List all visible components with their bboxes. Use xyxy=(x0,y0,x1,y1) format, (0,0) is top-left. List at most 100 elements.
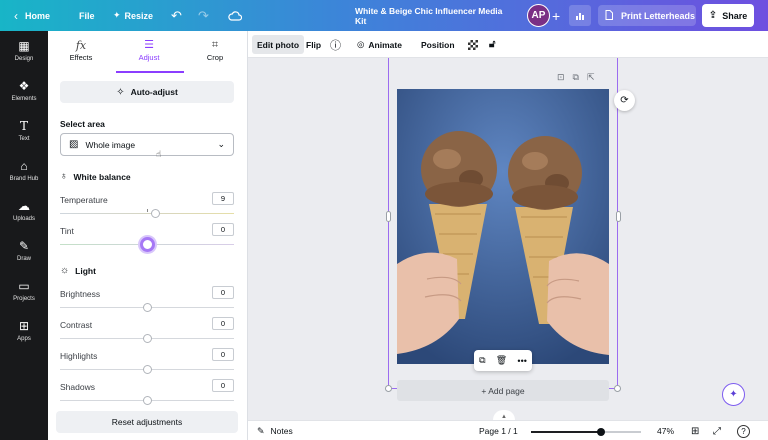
reset-adjustments-button[interactable]: Reset adjustments xyxy=(56,411,238,433)
contrast-label: Contrast xyxy=(60,320,93,330)
tab-crop[interactable]: ⌗ Crop xyxy=(182,38,248,62)
highlights-slider-thumb[interactable] xyxy=(142,365,152,374)
photo-illustration xyxy=(397,89,609,364)
share-page-icon[interactable]: ⇱ xyxy=(587,72,595,83)
regenerate-icon[interactable]: ⟳ xyxy=(614,90,635,111)
duplicate-icon[interactable]: ⧉ xyxy=(479,355,485,366)
crop-icon: ⌗ xyxy=(211,39,219,51)
zoom-slider[interactable] xyxy=(531,428,641,436)
resize-handle-left[interactable] xyxy=(386,211,391,222)
flip-button[interactable]: Flip xyxy=(306,31,321,58)
zoom-slider-fill xyxy=(531,431,601,433)
temperature-label: Temperature xyxy=(60,195,108,205)
contrast-slider-thumb[interactable] xyxy=(142,334,152,343)
ice-cream-photo[interactable] xyxy=(397,89,609,364)
tint-value[interactable]: 0 xyxy=(212,223,234,236)
tab-label: Crop xyxy=(206,53,224,62)
undo-icon[interactable]: ↶ xyxy=(171,0,182,31)
notes-button[interactable]: ✎ Notes xyxy=(257,421,293,440)
grid-view-icon[interactable]: ⊞ xyxy=(691,421,699,440)
panel-tabs: fx Effects ☰ Adjust ⌗ Crop xyxy=(48,31,248,71)
chevron-up-icon[interactable]: ▲ xyxy=(493,410,515,420)
shadows-slider-row: Shadows 0 xyxy=(60,379,234,412)
help-icon[interactable]: ? xyxy=(737,425,750,438)
context-toolbar: Edit photo Flip ⓘ ◎ Animate Position 🔓︎ xyxy=(248,31,768,58)
select-area-heading: Select area xyxy=(60,119,105,129)
tab-adjust[interactable]: ☰ Adjust xyxy=(116,38,182,62)
resize-handle-right[interactable] xyxy=(616,211,621,222)
highlights-value[interactable]: 0 xyxy=(212,348,234,361)
left-rail: ▦ Design ❖ Elements T Text ⌂ Brand Hub ☁… xyxy=(0,31,48,440)
rail-item-label: Projects xyxy=(13,296,35,302)
add-collaborator-icon[interactable]: + xyxy=(552,0,560,31)
top-bar: ‹ Home File ✦ Resize ↶ ↷ White & Beige C… xyxy=(0,0,768,31)
cloud-save-icon[interactable] xyxy=(228,0,242,31)
temperature-value[interactable]: 9 xyxy=(212,192,234,205)
design-title[interactable]: White & Beige Chic Influencer Media Kit xyxy=(355,0,515,31)
more-options-icon[interactable]: ••• xyxy=(517,356,526,366)
auto-adjust-button[interactable]: ✧ Auto-adjust xyxy=(60,81,234,103)
lock-icon[interactable]: 🔓︎ xyxy=(489,31,495,58)
insights-icon[interactable] xyxy=(569,5,591,26)
select-area-value: Whole image xyxy=(85,139,136,150)
edit-photo-button[interactable]: Edit photo xyxy=(252,35,305,54)
sun-icon: ☼ xyxy=(60,265,70,276)
rail-item-draw[interactable]: ✎ Draw xyxy=(0,239,48,279)
document-icon xyxy=(605,9,613,22)
shapes-icon: ❖ xyxy=(18,79,30,93)
fullscreen-icon[interactable]: ⤢ xyxy=(713,421,721,440)
canvas-area: ⊡ ⧉ ⇱ ⟳ ⧉ 🗑︎ ••• + Add page ▲ ✦ xyxy=(248,58,768,420)
print-letterheads-button[interactable]: Print Letterheads xyxy=(598,5,696,26)
temperature-track[interactable] xyxy=(60,213,234,214)
notes-icon: ✎ xyxy=(257,425,265,436)
rail-item-brand-hub[interactable]: ⌂ Brand Hub xyxy=(0,159,48,199)
brightness-slider-thumb[interactable] xyxy=(142,303,152,312)
transparency-icon[interactable] xyxy=(468,31,478,58)
trash-icon[interactable]: 🗑︎ xyxy=(496,355,507,366)
add-page-button[interactable]: + Add page xyxy=(397,380,609,401)
position-button[interactable]: Position xyxy=(421,31,455,58)
resize-handle-bottom-right[interactable] xyxy=(614,385,621,392)
rail-item-label: Brand Hub xyxy=(9,176,39,182)
tint-slider-thumb[interactable] xyxy=(139,237,155,252)
temperature-center-tick xyxy=(147,209,148,212)
page-lock-icon[interactable]: ⊡ xyxy=(557,72,565,83)
page-indicator[interactable]: Page 1 / 1 xyxy=(479,421,518,440)
folder-icon: ▭ xyxy=(18,279,30,293)
shadows-value[interactable]: 0 xyxy=(212,379,234,392)
contrast-value[interactable]: 0 xyxy=(212,317,234,330)
highlights-label: Highlights xyxy=(60,351,98,361)
notes-label: Notes xyxy=(270,426,293,436)
file-menu-button[interactable]: File xyxy=(79,0,95,31)
adjust-panel: fx Effects ☰ Adjust ⌗ Crop ✧ Auto-adjust… xyxy=(48,31,248,440)
rail-item-design[interactable]: ▦ Design xyxy=(0,39,48,79)
animate-button[interactable]: ◎ Animate xyxy=(357,31,402,58)
rail-item-apps[interactable]: ⊞ Apps xyxy=(0,319,48,359)
magic-assistant-icon[interactable]: ✦ xyxy=(722,383,745,406)
auto-adjust-label: Auto-adjust xyxy=(130,87,178,97)
white-balance-label: White balance xyxy=(73,171,131,182)
info-icon[interactable]: ⓘ xyxy=(330,31,341,58)
temperature-slider-thumb[interactable] xyxy=(151,209,161,218)
rail-item-elements[interactable]: ❖ Elements xyxy=(0,79,48,119)
home-button[interactable]: ‹ Home xyxy=(14,0,50,31)
highlights-slider-row: Highlights 0 xyxy=(60,348,234,381)
rail-item-text[interactable]: T Text xyxy=(0,119,48,159)
temperature-slider-row: Temperature 9 xyxy=(60,192,234,225)
rail-item-projects[interactable]: ▭ Projects xyxy=(0,279,48,319)
share-upload-icon: ⇪ xyxy=(708,10,718,21)
redo-icon[interactable]: ↷ xyxy=(198,0,209,31)
shadows-slider-thumb[interactable] xyxy=(142,396,152,405)
zoom-level[interactable]: 47% xyxy=(657,421,674,440)
resize-handle-bottom-left[interactable] xyxy=(385,385,392,392)
rail-item-uploads[interactable]: ☁ Uploads xyxy=(0,199,48,239)
resize-button[interactable]: ✦ Resize xyxy=(113,0,153,31)
user-avatar[interactable]: AP xyxy=(527,4,550,27)
zoom-slider-thumb[interactable] xyxy=(596,428,605,436)
duplicate-page-icon[interactable]: ⧉ xyxy=(573,72,579,83)
brightness-value[interactable]: 0 xyxy=(212,286,234,299)
select-area-dropdown[interactable]: ▨ Whole image ⌄ xyxy=(60,133,234,156)
tab-effects[interactable]: fx Effects xyxy=(48,38,114,62)
share-button[interactable]: ⇪ Share xyxy=(702,4,754,27)
rail-item-label: Uploads xyxy=(12,216,35,222)
